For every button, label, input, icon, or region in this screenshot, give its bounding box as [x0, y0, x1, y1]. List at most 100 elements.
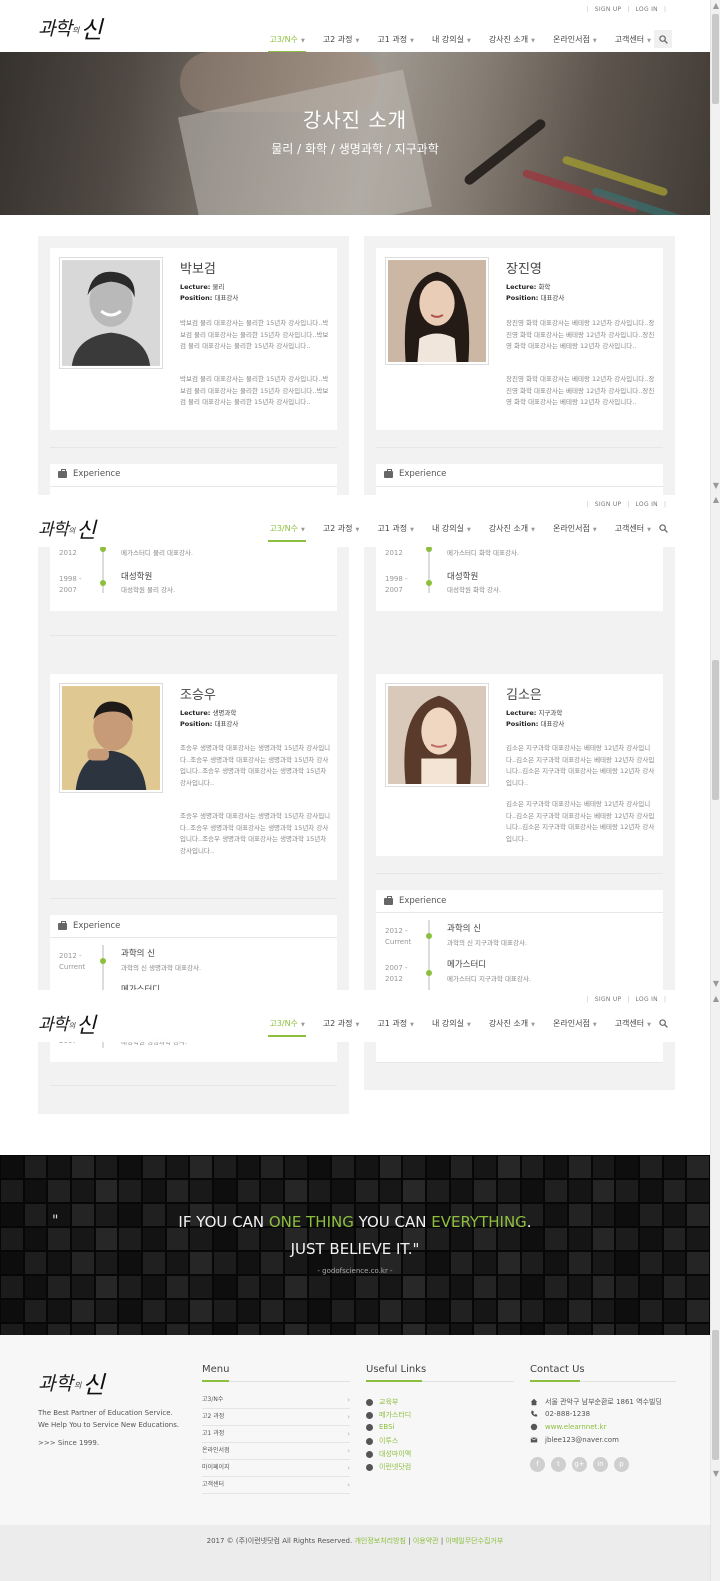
nav-item-grade1[interactable]: 고1 과정 ▼: [368, 1015, 423, 1033]
login-link[interactable]: LOG IN: [636, 501, 658, 508]
timeline-year: 2012: [385, 549, 403, 557]
nav-item-grade2[interactable]: 고2 과정 ▼: [314, 520, 369, 538]
useful-link[interactable]: 이런넷닷컴: [366, 1462, 411, 1472]
linkedin-icon[interactable]: in: [593, 1457, 608, 1472]
chevron-down-icon: ▼: [300, 1022, 305, 1028]
chevron-down-icon: ▼: [466, 38, 471, 44]
timeline-year: 2007 - 2012: [385, 964, 408, 983]
footer-menu-item[interactable]: 고1 과정 ›: [202, 1426, 350, 1443]
timeline-line: [102, 945, 104, 995]
nav-item-grade3[interactable]: 고3/N수 ▼: [260, 1015, 313, 1037]
nav-item-support[interactable]: 고객센터 ▼: [606, 520, 660, 538]
nav-item-my-classroom[interactable]: 내 강의실 ▼: [423, 31, 480, 49]
scroll-up-icon[interactable]: ▲: [713, 496, 719, 504]
chevron-down-icon: ▼: [466, 1022, 471, 1028]
email-refuse-link[interactable]: 이메일무단수집거부: [445, 1537, 503, 1545]
search-icon: [658, 34, 668, 44]
chevron-down-icon: ▼: [647, 527, 651, 533]
nav-item-bookstore[interactable]: 온라인서점 ▼: [544, 520, 606, 538]
timeline-dot: [100, 958, 106, 964]
facebook-icon[interactable]: f: [530, 1457, 545, 1472]
timeline-detail: 메가스터디 물리 대표강사.: [121, 549, 193, 557]
footer-menu-item[interactable]: 마이페이지 ›: [202, 1460, 350, 1477]
site-logo[interactable]: 과학 의 신: [38, 13, 102, 44]
instructor-meta: Lecture: 지구과학 Position: 대표강사: [506, 709, 565, 728]
useful-link[interactable]: 메가스터디: [366, 1410, 411, 1420]
chevron-down-icon: ▼: [355, 527, 360, 533]
instructor-portrait: [62, 260, 160, 366]
footer-contact-title: Contact Us: [530, 1364, 585, 1375]
search-button[interactable]: [654, 30, 672, 48]
google-plus-icon[interactable]: g+: [572, 1457, 587, 1472]
divider: [50, 898, 337, 899]
timeline-year: 2012 - Current: [385, 927, 412, 946]
timeline-title: 대성학원: [447, 572, 479, 582]
nav-item-support[interactable]: 고객센터 ▼: [606, 1015, 660, 1033]
chevron-down-icon: ▼: [466, 527, 471, 533]
instructor-description: 김소은 지구과학 대표강사는 베테랑 12년차 강사입니다..김소은 지구과학 …: [506, 800, 655, 843]
page-title: 강사진 소개: [302, 108, 408, 132]
nav-item-support[interactable]: 고객센터 ▼: [606, 31, 660, 49]
footer-menu-item[interactable]: 고객센터 ›: [202, 1477, 350, 1494]
nav-item-bookstore[interactable]: 온라인서점 ▼: [544, 1015, 606, 1033]
contact-website[interactable]: www.elearnnet.kr: [530, 1423, 606, 1431]
footer-logo[interactable]: 과학 의 신: [38, 1365, 104, 1400]
scroll-thumb[interactable]: [712, 660, 719, 800]
scroll-down-icon[interactable]: ▼: [713, 482, 719, 490]
site-logo[interactable]: 과학 의 신: [38, 515, 96, 542]
scroll-down-icon[interactable]: ▼: [713, 980, 719, 988]
search-button[interactable]: [654, 519, 672, 537]
nav-item-bookstore[interactable]: 온라인서점 ▼: [544, 31, 606, 49]
nav-item-grade1[interactable]: 고1 과정 ▼: [368, 31, 423, 49]
useful-link[interactable]: 대성마이맥: [366, 1449, 411, 1459]
terms-link[interactable]: 이용약관: [413, 1537, 439, 1545]
useful-link[interactable]: EBSi: [366, 1423, 395, 1431]
footer-menu-item[interactable]: 고2 과정 ›: [202, 1409, 350, 1426]
nav-item-my-classroom[interactable]: 내 강의실 ▼: [423, 520, 480, 538]
timeline-year: 2012 - Current: [59, 952, 86, 971]
nav-item-instructors[interactable]: 강사진 소개 ▼: [480, 520, 544, 538]
chevron-right-icon: ›: [347, 1447, 350, 1455]
pinterest-icon[interactable]: p: [614, 1457, 629, 1472]
useful-link[interactable]: 교육부: [366, 1397, 398, 1407]
scroll-up-icon[interactable]: ▲: [713, 2, 719, 10]
globe-icon: [366, 1398, 373, 1406]
quote-banner: " IF YOU CAN ONE THING YOU CAN EVERYTHIN…: [0, 1155, 710, 1335]
nav-item-grade2[interactable]: 고2 과정 ▼: [314, 1015, 369, 1033]
signup-link[interactable]: SIGN UP: [595, 6, 622, 13]
useful-link[interactable]: 이투스: [366, 1436, 398, 1446]
twitter-icon[interactable]: t: [551, 1457, 566, 1472]
nav-item-grade3[interactable]: 고3/N수 ▼: [260, 520, 313, 542]
footer-menu-item[interactable]: 온라인서점 ›: [202, 1443, 350, 1460]
login-link[interactable]: LOG IN: [636, 996, 658, 1003]
scroll-up-icon[interactable]: ▲: [713, 995, 719, 1003]
scroll-thumb[interactable]: [712, 14, 719, 104]
scroll-thumb[interactable]: [712, 1330, 719, 1460]
nav-item-instructors[interactable]: 강사진 소개 ▼: [480, 1015, 544, 1033]
signup-link[interactable]: SIGN UP: [595, 996, 622, 1003]
nav-item-instructors[interactable]: 강사진 소개 ▼: [480, 31, 544, 49]
search-button[interactable]: [654, 1014, 672, 1032]
chevron-down-icon: ▼: [300, 527, 305, 533]
quote-line-2: JUST BELIEVE IT.": [290, 1240, 420, 1258]
nav-item-grade1[interactable]: 고1 과정 ▼: [368, 520, 423, 538]
footer-menu-item[interactable]: 고3/N수 ›: [202, 1392, 350, 1409]
page-scrollbar[interactable]: ▲ ▼ ▲ ▼ ▲ ▼: [710, 0, 720, 1581]
briefcase-icon: [384, 895, 393, 905]
nav-item-grade3[interactable]: 고3/N수 ▼: [260, 31, 313, 53]
signup-link[interactable]: SIGN UP: [595, 501, 622, 508]
top-links: | SIGN UP | LOG IN |: [586, 996, 666, 1003]
site-logo[interactable]: 과학 의 신: [38, 1010, 96, 1037]
privacy-link[interactable]: 개인정보처리방침: [354, 1537, 406, 1545]
contact-email[interactable]: jblee123@naver.com: [530, 1436, 619, 1444]
login-link[interactable]: LOG IN: [636, 6, 658, 13]
nav-item-my-classroom[interactable]: 내 강의실 ▼: [423, 1015, 480, 1033]
timeline-title: 과학의 신: [447, 924, 481, 934]
timeline-dot: [426, 933, 432, 939]
nav-item-grade2[interactable]: 고2 과정 ▼: [314, 31, 369, 49]
scroll-down-icon[interactable]: ▼: [713, 1470, 719, 1478]
instructor-description: 김소은 지구과학 대표강사는 베테랑 12년차 강사입니다..김소은 지구과학 …: [506, 744, 655, 787]
chevron-down-icon: ▼: [531, 38, 536, 44]
experience-header: Experience: [58, 468, 120, 479]
sticky-header: 과학 의 신 | SIGN UP | LOG IN | 고3/N수 ▼ 고2 과정 ▼ 고1 …: [0, 990, 710, 1042]
